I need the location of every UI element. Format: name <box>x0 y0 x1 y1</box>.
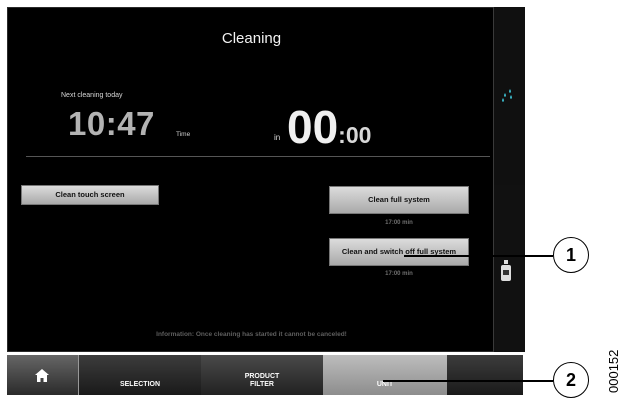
next-cleaning-time: 10:47 <box>68 105 155 142</box>
clean-full-system-duration: 17:00 min <box>385 220 413 226</box>
clean-touch-screen-button[interactable]: Clean touch screen <box>21 185 159 205</box>
tab-product-filter-line2: FILTER <box>250 381 274 388</box>
home-icon <box>35 369 49 382</box>
callout-2: 2 <box>553 362 589 398</box>
tab-unit-label: UNIT <box>376 381 394 388</box>
tab-empty <box>447 355 523 395</box>
clean-and-switch-off-duration: 17:00 min <box>385 271 413 277</box>
info-message: Information: Once cleaning has started i… <box>156 331 347 338</box>
document-number: 000152 <box>606 349 621 393</box>
divider <box>26 156 490 157</box>
clean-and-switch-off-button[interactable]: Clean and switch off full system <box>329 238 469 266</box>
countdown-minutes: 00 <box>287 101 339 153</box>
tab-product-filter-label: PRODUCT FILTER <box>201 373 323 389</box>
countdown-prefix: in <box>274 133 281 142</box>
tab-product-filter-line1: PRODUCT <box>244 373 280 380</box>
tab-selection-label: SELECTION <box>119 381 161 388</box>
callout-line-2 <box>383 380 553 382</box>
countdown-seconds: :00 <box>338 122 372 148</box>
home-tab[interactable] <box>7 355 79 395</box>
callout-1: 1 <box>553 237 589 273</box>
next-cleaning-label: Next cleaning today <box>61 92 123 99</box>
time-unit-label: Time <box>176 131 191 138</box>
callout-line-1 <box>404 255 553 257</box>
tab-unit[interactable]: UNIT <box>323 355 447 395</box>
page-title: Cleaning <box>221 30 282 47</box>
water-drops-icon <box>502 89 512 102</box>
tab-selection[interactable]: SELECTION <box>79 355 201 395</box>
clean-full-system-button[interactable]: Clean full system <box>329 186 469 214</box>
bottle-icon <box>501 260 511 281</box>
cleaning-screen: Cleaning Next cleaning today 10:47 Time … <box>7 7 496 352</box>
tab-product-filter[interactable]: PRODUCT FILTER <box>201 355 323 395</box>
countdown-display: 00:00 <box>287 100 371 154</box>
